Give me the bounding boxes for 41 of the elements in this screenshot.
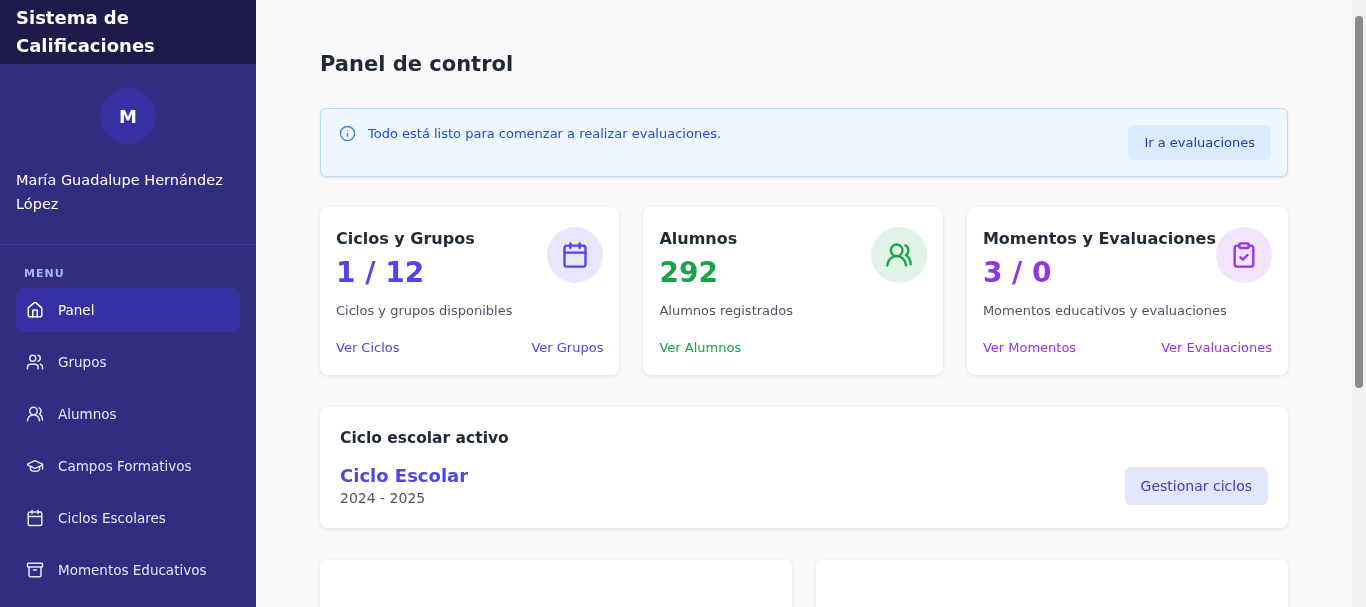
card-caption: Ciclos y grupos disponibles	[336, 303, 514, 318]
user-avatar: M	[100, 88, 156, 144]
users-icon	[884, 241, 913, 269]
go-to-evaluations-button[interactable]: Ir a evaluaciones	[1128, 125, 1271, 160]
stat-value: 3 / 0	[982, 256, 1053, 289]
user-name: María Guadalupe Hernández López	[16, 171, 224, 214]
scrollbar-thumb[interactable]	[1355, 16, 1363, 388]
home-icon	[26, 301, 44, 319]
nav-item[interactable]: Momentos Educativos	[16, 548, 240, 592]
graduation-cap-icon	[26, 457, 44, 475]
alert-message: Todo está listo para comenzar a realizar evaluaciones.	[368, 126, 722, 141]
nav-item[interactable]: Ciclos Escolares	[16, 496, 240, 540]
scrollbar[interactable]	[1352, 0, 1366, 607]
group-icon	[26, 353, 44, 371]
card-link[interactable]: Ver Evaluaciones	[1161, 340, 1272, 355]
card-title: Alumnos	[659, 229, 738, 248]
card-link[interactable]: Ver Momentos	[982, 340, 1077, 355]
calendar-icon	[561, 241, 590, 269]
info-icon	[339, 125, 356, 142]
nav-item[interactable]: Grupos	[16, 340, 240, 384]
users-icon	[26, 405, 44, 423]
manage-cycles-button[interactable]: Gestionar ciclos	[1124, 466, 1268, 505]
cycle-years: 2024 - 2025	[340, 490, 427, 506]
nav-item[interactable]: Alumnos	[16, 392, 240, 436]
calendar-icon	[26, 509, 44, 527]
app-title: Sistema de Calificaciones	[16, 6, 156, 58]
card-title: Momentos y Evaluaciones	[982, 229, 1216, 248]
nav-item[interactable]: Campos Formativos	[16, 444, 240, 488]
card-caption: Momentos educativos y evaluaciones	[982, 303, 1228, 318]
card-title: Ciclos y Grupos	[336, 229, 475, 248]
cycle-name: Ciclo Escolar	[340, 465, 469, 486]
card-link[interactable]: Ver Grupos	[531, 340, 604, 355]
card-caption: Alumnos registrados	[659, 303, 795, 318]
nav-item[interactable]: Panel	[16, 288, 240, 332]
card-title: Ciclo escolar activo	[340, 429, 510, 447]
menu-heading: MENU	[24, 267, 66, 280]
page-title: Panel de control	[320, 52, 515, 76]
archive-icon	[26, 561, 44, 579]
stat-value: 1 / 12	[336, 256, 426, 289]
stat-value: 292	[659, 256, 719, 289]
card-link[interactable]: Ver Ciclos	[336, 340, 400, 355]
